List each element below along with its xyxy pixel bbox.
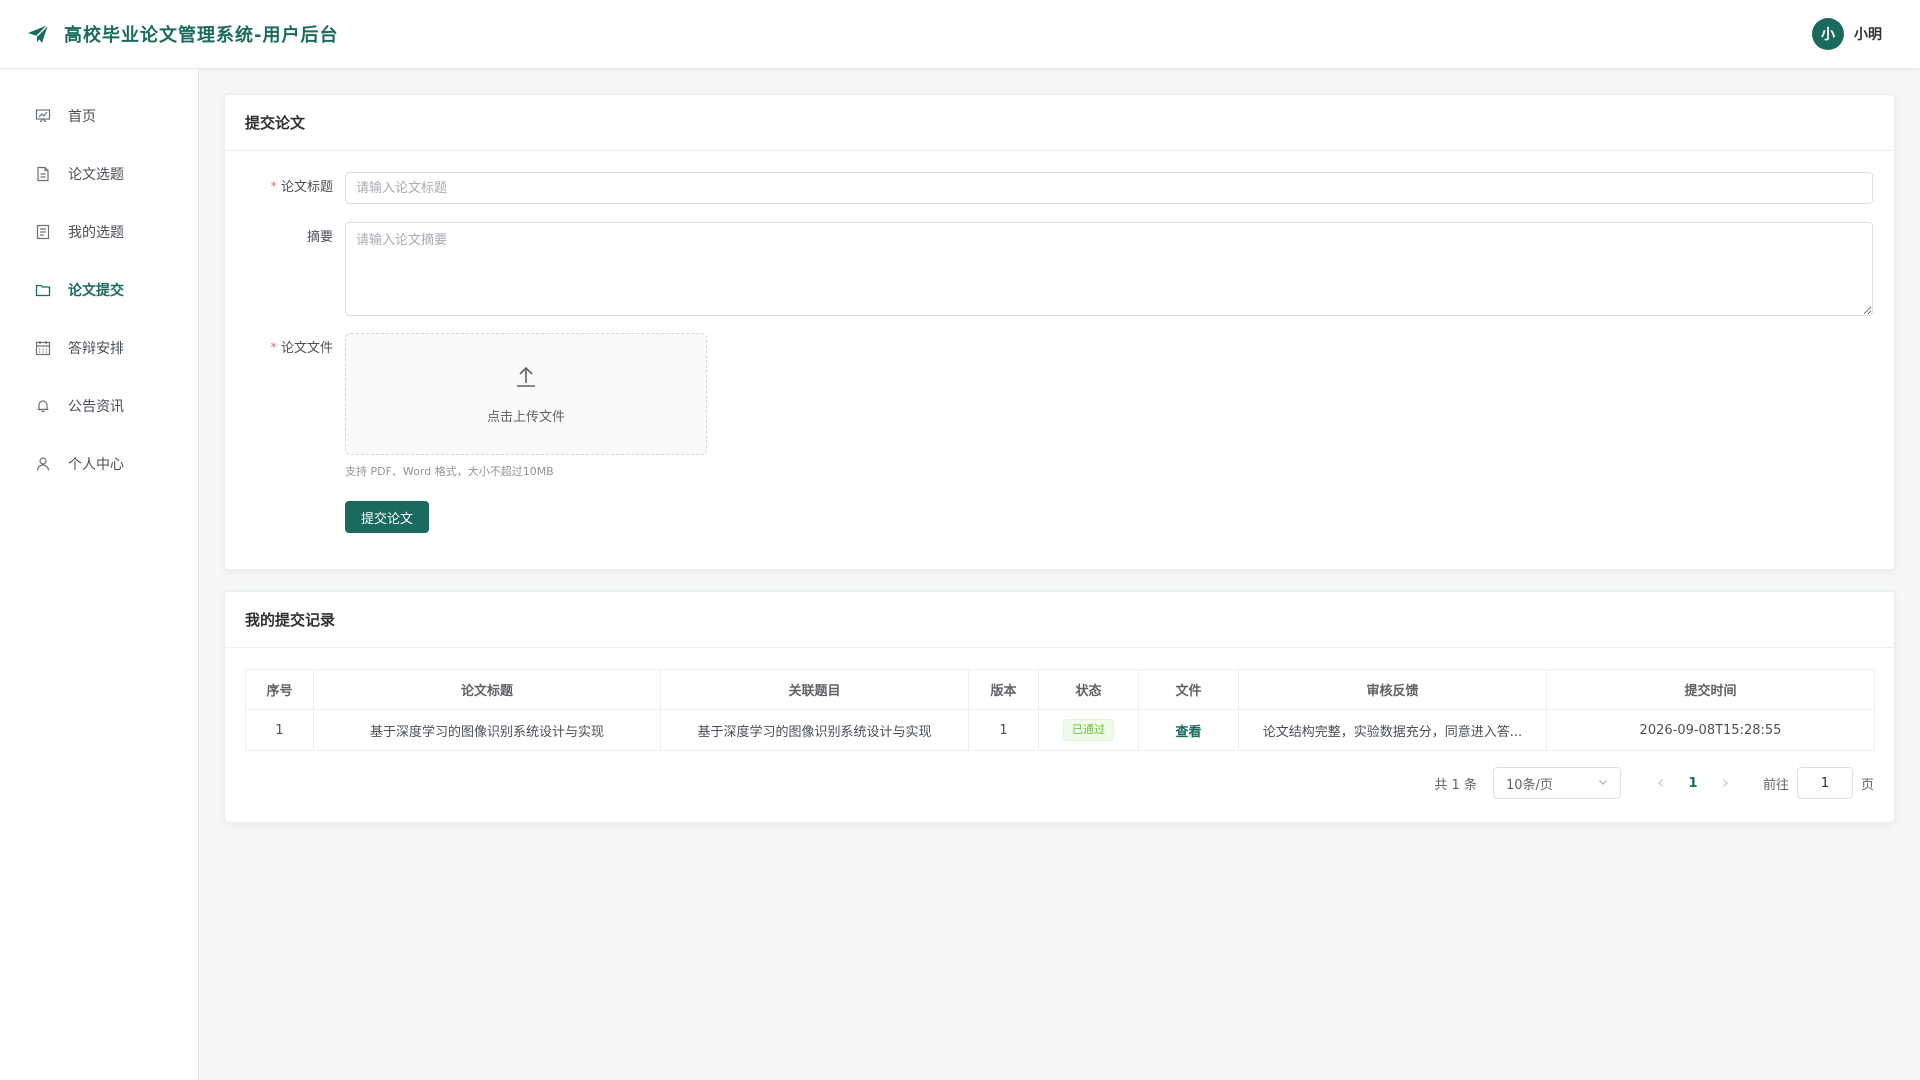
title-label: * 论文标题 <box>270 180 333 195</box>
column-header: 文件 <box>1138 669 1239 710</box>
submission-records-card: 我的提交记录 序号 论文标题 关联题目 版本 状态 文件 审核反馈 提交时间 1… <box>224 591 1895 823</box>
document-icon <box>34 165 52 183</box>
avatar[interactable]: 小 <box>1812 18 1844 50</box>
list-document-icon <box>34 223 52 241</box>
card-title: 提交论文 <box>225 95 1894 151</box>
user-menu[interactable]: 小 小明 <box>1812 18 1882 50</box>
chart-board-icon <box>34 107 52 125</box>
abstract-textarea[interactable] <box>345 222 1873 316</box>
cell-status: 已通过 <box>1038 709 1139 751</box>
total-count: 共 1 条 <box>1434 777 1477 793</box>
column-header: 审核反馈 <box>1238 669 1547 710</box>
sidebar-item-submission[interactable]: 论文提交 <box>0 270 199 310</box>
cell-version: 1 <box>968 709 1039 751</box>
sidebar-item-label: 论文选题 <box>68 167 124 183</box>
top-header: 高校毕业论文管理系统-用户后台 小 小明 <box>0 0 1920 69</box>
file-label: * 论文文件 <box>270 341 333 356</box>
card-title: 我的提交记录 <box>225 592 1894 648</box>
abstract-form-row: 摘要 <box>225 222 1873 316</box>
sidebar-item-defense[interactable]: 答辩安排 <box>0 328 199 368</box>
username[interactable]: 小明 <box>1854 24 1882 44</box>
status-badge: 已通过 <box>1063 719 1114 741</box>
chevron-down-icon <box>1598 776 1608 791</box>
abstract-label: 摘要 <box>306 230 333 245</box>
column-header: 状态 <box>1038 669 1139 710</box>
cell-index: 1 <box>245 709 314 751</box>
bell-icon <box>34 397 52 415</box>
cell-feedback: 论文结构完整，实验数据充分，同意进入答... <box>1238 709 1547 751</box>
upload-icon <box>514 364 538 392</box>
column-header: 版本 <box>968 669 1039 710</box>
submit-paper-button[interactable]: 提交论文 <box>345 501 430 533</box>
logo[interactable]: 高校毕业论文管理系统-用户后台 <box>26 21 338 47</box>
paper-plane-icon <box>26 22 50 46</box>
sidebar-item-topics[interactable]: 论文选题 <box>0 154 199 194</box>
column-header: 序号 <box>245 669 314 710</box>
page-number[interactable]: 1 <box>1677 776 1709 791</box>
column-header: 提交时间 <box>1546 669 1875 710</box>
prev-page-button[interactable] <box>1645 767 1677 799</box>
page-suffix: 页 <box>1860 777 1874 793</box>
title-form-row: * 论文标题 <box>225 172 1873 204</box>
chevron-left-icon <box>1658 779 1663 787</box>
sidebar-item-announcements[interactable]: 公告资讯 <box>0 386 199 426</box>
page-size-value: 10条/页 <box>1505 777 1553 793</box>
upload-tip: 支持 PDF、Word 格式，大小不超过10MB <box>345 465 554 478</box>
app-title: 高校毕业论文管理系统-用户后台 <box>64 25 339 46</box>
upload-area: 点击上传文件 支持 PDF、Word 格式，大小不超过10MB <box>345 333 707 479</box>
page-size-select[interactable]: 10条/页 <box>1492 767 1621 799</box>
sidebar: 首页 论文选题 我的选题 论文提交 答辩安排 公告资讯 个人中心 <box>0 69 199 1080</box>
calendar-icon <box>34 339 52 357</box>
sidebar-item-label: 个人中心 <box>68 457 124 473</box>
sidebar-item-home[interactable]: 首页 <box>0 96 199 136</box>
chevron-right-icon <box>1723 779 1728 787</box>
user-icon <box>34 455 52 473</box>
sidebar-item-label: 论文提交 <box>68 283 124 299</box>
sidebar-item-label: 公告资讯 <box>68 399 124 415</box>
submit-button-wrap: 提交论文 <box>345 501 430 533</box>
cell-time: 2026-09-08T15:28:55 <box>1546 709 1875 751</box>
records-table: 序号 论文标题 关联题目 版本 状态 文件 审核反馈 提交时间 1 基于深度学习… <box>245 669 1875 751</box>
submit-paper-card: 提交论文 *论文标题 摘要 *论文文件 点击上传文件 支持 PDF、Word 格… <box>224 94 1895 570</box>
next-page-button[interactable] <box>1709 767 1741 799</box>
column-header: 关联题目 <box>660 669 969 710</box>
cell-title: 基于深度学习的图像识别系统设计与实现 <box>313 709 661 751</box>
table-header-row: 序号 论文标题 关联题目 版本 状态 文件 审核反馈 提交时间 <box>245 669 1875 710</box>
upload-dropzone[interactable]: 点击上传文件 <box>345 333 707 455</box>
file-form-row: * 论文文件 点击上传文件 支持 PDF、Word 格式，大小不超过10MB <box>225 333 707 479</box>
upload-text: 点击上传文件 <box>486 409 565 425</box>
cell-file: 查看 <box>1138 709 1239 751</box>
folder-icon <box>34 281 52 299</box>
sidebar-item-label: 答辩安排 <box>68 341 124 357</box>
sidebar-item-profile[interactable]: 个人中心 <box>0 444 199 484</box>
pagination: 共 1 条 10条/页 1 前往 页 <box>1434 767 1874 799</box>
view-file-link[interactable]: 查看 <box>1175 725 1201 740</box>
cell-topic: 基于深度学习的图像识别系统设计与实现 <box>660 709 969 751</box>
goto-label: 前往 <box>1762 777 1789 793</box>
goto-page-input[interactable] <box>1796 767 1853 799</box>
sidebar-item-label: 首页 <box>68 109 96 125</box>
table-row: 1 基于深度学习的图像识别系统设计与实现 基于深度学习的图像识别系统设计与实现 … <box>245 709 1875 751</box>
sidebar-item-my-topics[interactable]: 我的选题 <box>0 212 199 252</box>
column-header: 论文标题 <box>313 669 661 710</box>
sidebar-item-label: 我的选题 <box>68 225 124 241</box>
paper-title-input[interactable] <box>345 172 1873 204</box>
